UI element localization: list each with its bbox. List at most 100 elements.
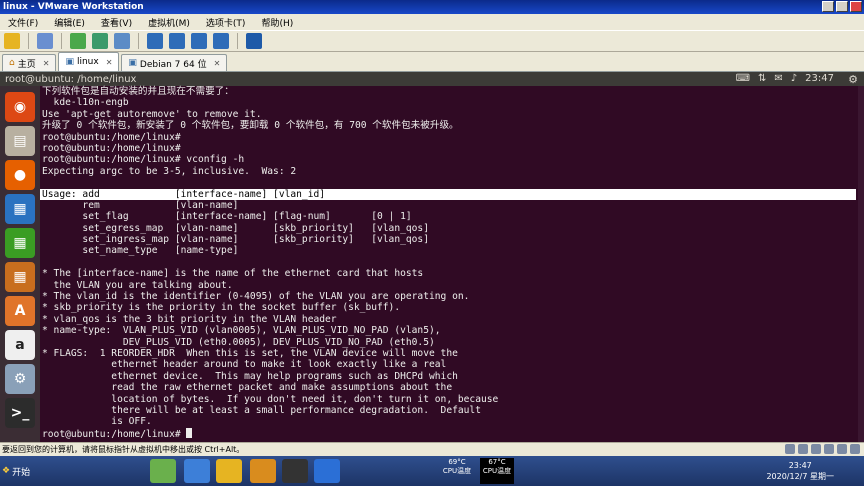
menu-help[interactable]: 帮助(H): [253, 16, 301, 29]
clock-date: 2020/12/7 星期一: [766, 472, 834, 481]
terminal-line: DEV_PLUS_VID (eth0.0005), DEV_PLUS_VID_N…: [42, 336, 435, 348]
mail-icon[interactable]: ✉: [774, 73, 782, 84]
launcher-item-firefox[interactable]: ●: [5, 160, 35, 190]
files-icon: ▤: [13, 133, 27, 149]
taskbar-app-icon[interactable]: [250, 459, 276, 483]
panel-tray: ⌨ ⇅ ✉ ♪ 23:47: [736, 73, 834, 84]
device-icons: [785, 444, 860, 454]
terminal-prompt-line: root@ubuntu:/home/linux#: [42, 427, 860, 440]
minimize-button[interactable]: [822, 1, 834, 12]
sound-icon[interactable]: [837, 444, 847, 454]
launcher-item-amazon[interactable]: a: [5, 330, 35, 360]
amazon-icon: a: [15, 337, 25, 353]
close-button[interactable]: [850, 1, 862, 12]
maximize-button[interactable]: [836, 1, 848, 12]
send-ctrl-alt-del-icon[interactable]: [37, 33, 53, 49]
taskbar-app-icon[interactable]: [150, 459, 176, 483]
snapshot-manager-icon[interactable]: [114, 33, 130, 49]
terminal-line: rem [vlan-name]: [42, 199, 239, 211]
start-label: 开始: [12, 467, 31, 478]
launcher-item-impress[interactable]: ▦: [5, 262, 35, 292]
volume-icon[interactable]: ♪: [791, 73, 797, 84]
menu-file[interactable]: 文件(F): [0, 16, 46, 29]
settings-icon: ⚙: [13, 371, 27, 387]
terminal-line: root@ubuntu:/home/linux#: [42, 131, 181, 143]
terminal-line: kde-l10n-engb: [42, 97, 129, 109]
launcher-item-calc[interactable]: ▦: [5, 228, 35, 258]
vmware-taskbar-icon[interactable]: [216, 459, 242, 483]
snapshot-icon[interactable]: [70, 33, 86, 49]
display-icon[interactable]: [850, 444, 860, 454]
cd-rom-icon[interactable]: [798, 444, 808, 454]
system-clock[interactable]: 23:47 2020/12/7 星期一: [766, 460, 834, 482]
launcher-item-terminal[interactable]: >_: [5, 398, 35, 428]
tab-label: linux: [76, 57, 99, 67]
power-icon[interactable]: [4, 33, 20, 49]
terminal-line: Usage: add [interface-name] [vlan_id]: [40, 188, 856, 200]
usb-icon[interactable]: [824, 444, 834, 454]
terminal-line: is OFF.: [42, 416, 152, 428]
launcher-item-files[interactable]: ▤: [5, 126, 35, 156]
terminal-line: set_egress_map [vlan-name] [skb_priority…: [42, 222, 429, 234]
close-icon[interactable]: ✕: [43, 59, 50, 68]
cpu-temp-value: 69°C: [448, 458, 466, 466]
terminal-line: ethernet device. This may help programs …: [42, 370, 458, 382]
vm-icon: ▣: [128, 58, 137, 68]
wps-icon[interactable]: [314, 459, 340, 483]
launcher-item-writer[interactable]: ▦: [5, 194, 35, 224]
writer-icon: ▦: [13, 201, 27, 217]
ubuntu-top-panel: root@ubuntu: /home/linux ⌨ ⇅ ✉ ♪ 23:47 ⚙: [0, 72, 864, 86]
tab-home[interactable]: ⌂ 主页 ✕: [2, 54, 57, 71]
menu-tabs[interactable]: 选项卡(T): [198, 16, 254, 29]
sidebar-toggle-icon[interactable]: [147, 33, 163, 49]
windows-taskbar: ❖ 开始 69°C CPU温度 67°C CPU温度 23:47 2020/12…: [0, 456, 864, 486]
toolbar: [0, 30, 864, 52]
terminal-line: the VLAN you are talking about.: [42, 279, 233, 291]
terminal-line: * FLAGS: 1 REORDER_HDR When this is set,…: [42, 347, 458, 359]
launcher-item-software-center[interactable]: A: [5, 296, 35, 326]
menu-vm[interactable]: 虚拟机(M): [140, 16, 198, 29]
tab-linux[interactable]: ▣ linux ✕: [58, 52, 120, 71]
home-icon: ⌂: [9, 58, 15, 68]
camera-icon[interactable]: [282, 459, 308, 483]
fullscreen-icon[interactable]: [191, 33, 207, 49]
menu-edit[interactable]: 编辑(E): [46, 16, 93, 29]
menu-view[interactable]: 查看(V): [93, 16, 140, 29]
terminal-line: root@ubuntu:/home/linux# vconfig -h: [42, 154, 245, 166]
terminal-line: set_flag [interface-name] [flag-num] [0 …: [42, 211, 412, 223]
network-icon[interactable]: ⇅: [758, 73, 766, 84]
ubuntu-launcher: ◉ ▤ ● ▦ ▦ ▦ A a ⚙ >_: [0, 86, 40, 442]
keyboard-icon[interactable]: ⌨: [736, 73, 750, 84]
close-icon[interactable]: ✕: [106, 58, 113, 67]
window-title: linux - VMware Workstation: [3, 2, 144, 12]
menu-bar: 文件(F) 编辑(E) 查看(V) 虚拟机(M) 选项卡(T) 帮助(H): [0, 14, 864, 30]
toolbar-divider: [237, 33, 238, 49]
launcher-item-dash[interactable]: ◉: [5, 92, 35, 122]
tab-label: Debian 7 64 位: [139, 59, 207, 70]
cpu-temp-label: CPU温度: [442, 467, 472, 475]
terminal-line: * vlan_qos is the 3 bit priority in the …: [42, 313, 337, 325]
tab-debian[interactable]: ▣ Debian 7 64 位 ✕: [121, 54, 228, 71]
start-button[interactable]: ❖ 开始: [0, 460, 40, 482]
unity-icon[interactable]: [213, 33, 229, 49]
terminal[interactable]: 下列软件包是自动安装的并且现在不需要了： kde-l10n-engb Use 'a…: [40, 86, 860, 442]
vm-display[interactable]: root@ubuntu: /home/linux ⌨ ⇅ ✉ ♪ 23:47 ⚙…: [0, 72, 864, 442]
panel-window-title: root@ubuntu: /home/linux: [5, 73, 137, 85]
terminal-line: root@ubuntu:/home/linux#: [42, 142, 181, 154]
terminal-line: set_name_type [name-type]: [42, 245, 239, 257]
close-icon[interactable]: ✕: [214, 59, 221, 68]
quick-switch-icon[interactable]: [169, 33, 185, 49]
revert-snapshot-icon[interactable]: [92, 33, 108, 49]
terminal-line: * The [interface-name] is the name of th…: [42, 268, 424, 280]
launcher-item-settings[interactable]: ⚙: [5, 364, 35, 394]
taskbar-app-icon[interactable]: [184, 459, 210, 483]
toolbar-divider: [138, 33, 139, 49]
hard-disk-icon[interactable]: [785, 444, 795, 454]
network-adapter-icon[interactable]: [811, 444, 821, 454]
panel-clock[interactable]: 23:47: [805, 73, 834, 84]
cpu-temp-widget-2: 67°C CPU温度: [480, 458, 514, 484]
terminal-scrollbar[interactable]: [858, 86, 864, 442]
gear-icon[interactable]: ⚙: [848, 73, 858, 86]
console-view-icon[interactable]: [246, 33, 262, 49]
